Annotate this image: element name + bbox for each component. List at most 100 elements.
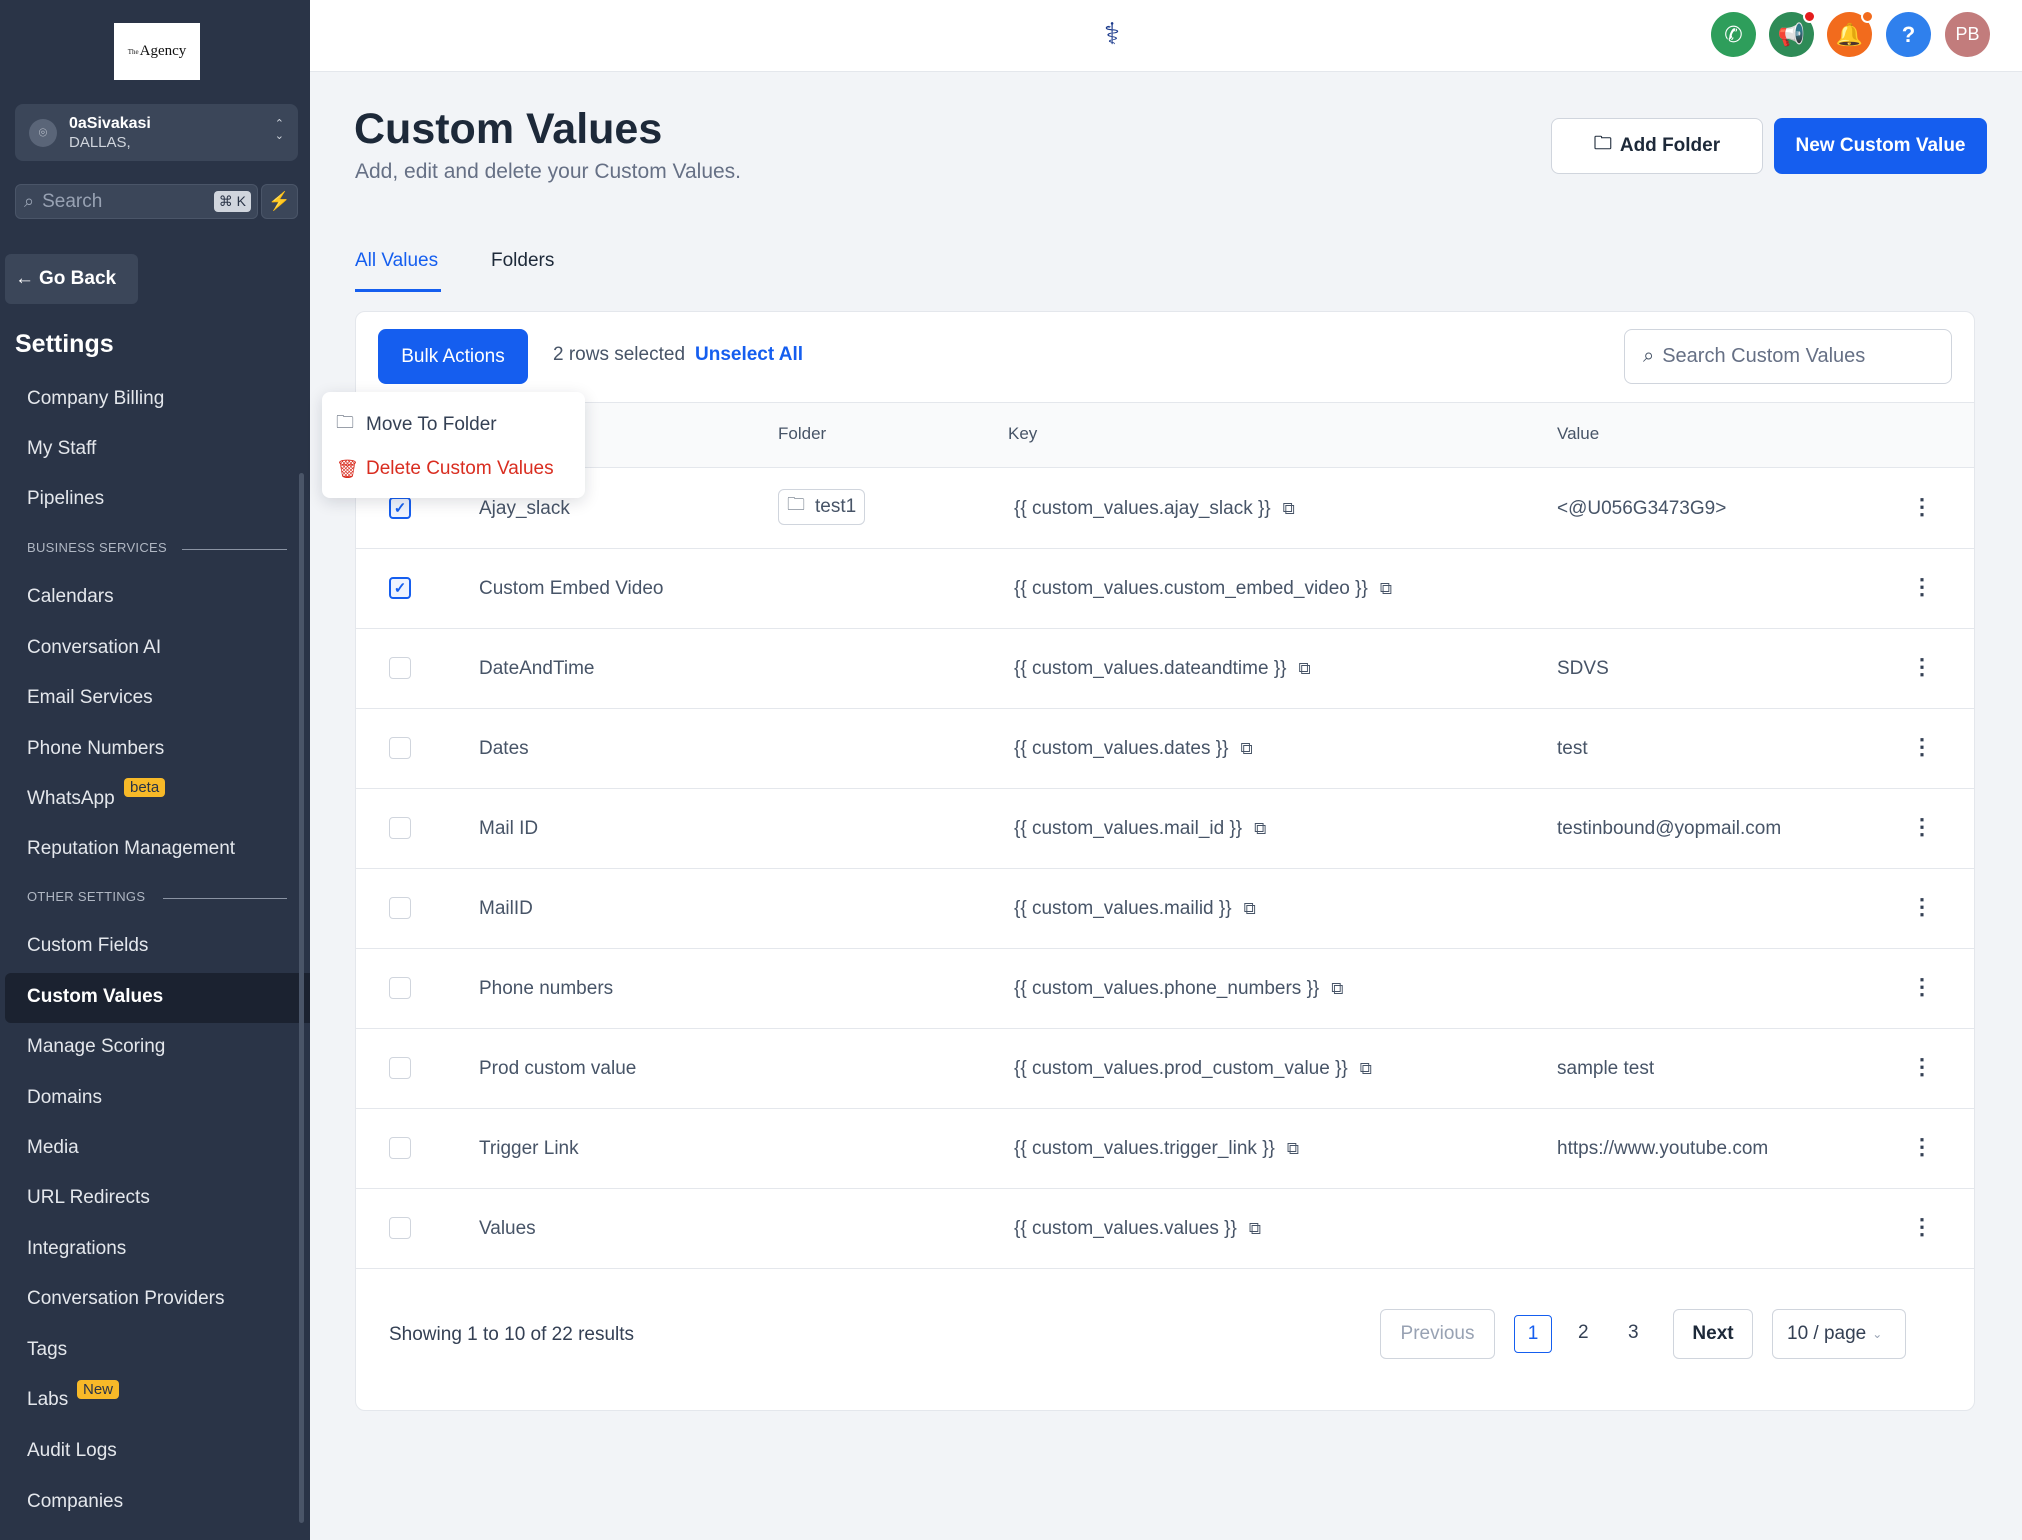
- sidebar-search[interactable]: ⌕ Search ⌘ K: [15, 184, 258, 219]
- table-row[interactable]: Dates {{ custom_values.dates }} ⧉ test ⋮: [356, 709, 1974, 789]
- table-row[interactable]: ✓ Custom Embed Video {{ custom_values.cu…: [356, 549, 1974, 629]
- page-subtitle: Add, edit and delete your Custom Values.: [355, 160, 742, 183]
- sidebar-item-custom-values[interactable]: Custom Values: [27, 982, 163, 1012]
- help-icon[interactable]: ?: [1886, 12, 1931, 57]
- previous-page-button[interactable]: Previous: [1380, 1309, 1495, 1359]
- move-to-folder-item[interactable]: 🗀 Move To Folder: [336, 410, 497, 440]
- more-options-icon[interactable]: ⋮: [1911, 973, 1933, 1001]
- more-options-icon[interactable]: ⋮: [1911, 733, 1933, 761]
- next-page-button[interactable]: Next: [1673, 1309, 1753, 1359]
- row-checkbox[interactable]: [389, 1217, 411, 1239]
- sidebar-item-audit-logs[interactable]: Audit Logs: [27, 1436, 117, 1466]
- sidebar-item-url-redirects[interactable]: URL Redirects: [27, 1183, 150, 1213]
- sidebar-item-my-staff[interactable]: My Staff: [27, 434, 96, 464]
- copy-icon[interactable]: ⧉: [1244, 899, 1256, 919]
- row-checkbox[interactable]: ✓: [389, 497, 411, 519]
- page-1-button[interactable]: 1: [1514, 1315, 1552, 1353]
- row-checkbox[interactable]: [389, 737, 411, 759]
- page-3-button[interactable]: 3: [1628, 1322, 1639, 1344]
- megaphone-icon[interactable]: 📢: [1769, 10, 1816, 57]
- phone-icon[interactable]: ✆: [1711, 12, 1756, 57]
- sidebar-item-calendars[interactable]: Calendars: [27, 582, 114, 612]
- table-row[interactable]: DateAndTime {{ custom_values.dateandtime…: [356, 629, 1974, 709]
- column-folder[interactable]: Folder: [778, 424, 826, 444]
- more-options-icon[interactable]: ⋮: [1911, 573, 1933, 601]
- sidebar-item-pipelines[interactable]: Pipelines: [27, 484, 104, 514]
- folder-tag[interactable]: 🗀 test1: [778, 489, 866, 525]
- sidebar-scrollbar[interactable]: [299, 473, 304, 1523]
- sidebar-item-labs[interactable]: Labs: [27, 1385, 68, 1415]
- row-checkbox[interactable]: [389, 1137, 411, 1159]
- more-options-icon[interactable]: ⋮: [1911, 1213, 1933, 1241]
- sidebar-item-custom-fields[interactable]: Custom Fields: [27, 931, 148, 961]
- page-size-select[interactable]: 10 / page ⌄: [1772, 1309, 1906, 1359]
- delete-custom-values-item[interactable]: 🗑 Delete Custom Values: [336, 458, 554, 480]
- more-options-icon[interactable]: ⋮: [1911, 493, 1933, 521]
- section-divider: [163, 898, 287, 899]
- more-options-icon[interactable]: ⋮: [1911, 1133, 1933, 1161]
- more-options-icon[interactable]: ⋮: [1911, 653, 1933, 681]
- row-value: sample test: [1557, 1058, 1655, 1079]
- go-back-button[interactable]: ← Go Back: [5, 254, 138, 304]
- quick-action-bolt-icon[interactable]: ⚡: [261, 184, 298, 219]
- agency-logo[interactable]: The Agency: [114, 23, 200, 80]
- column-key[interactable]: Key: [1008, 424, 1037, 444]
- sidebar-item-companies[interactable]: Companies: [27, 1487, 123, 1517]
- copy-icon[interactable]: ⧉: [1380, 579, 1392, 599]
- row-checkbox[interactable]: [389, 657, 411, 679]
- table-row[interactable]: ✓ Ajay_slack 🗀 test1 {{ custom_values.aja…: [356, 469, 1974, 549]
- sidebar-item-reputation-management[interactable]: Reputation Management: [27, 834, 235, 864]
- row-checkbox[interactable]: [389, 977, 411, 999]
- copy-icon[interactable]: ⧉: [1240, 739, 1252, 759]
- folder-icon: 🗀: [787, 494, 805, 514]
- bell-icon[interactable]: 🔔: [1827, 10, 1874, 57]
- more-options-icon[interactable]: ⋮: [1911, 893, 1933, 921]
- copy-icon[interactable]: ⧉: [1283, 499, 1295, 519]
- sidebar-item-whatsapp[interactable]: WhatsApp: [27, 784, 115, 814]
- table-row[interactable]: Phone numbers {{ custom_values.phone_num…: [356, 949, 1974, 1029]
- table-row[interactable]: Mail ID {{ custom_values.mail_id }} ⧉ tes…: [356, 789, 1974, 869]
- sidebar-item-email-services[interactable]: Email Services: [27, 683, 153, 713]
- section-business-services: BUSINESS SERVICES: [27, 540, 167, 555]
- table-row[interactable]: Prod custom value {{ custom_values.prod_…: [356, 1029, 1974, 1109]
- sidebar-item-manage-scoring[interactable]: Manage Scoring: [27, 1032, 165, 1062]
- row-checkbox[interactable]: [389, 1057, 411, 1079]
- sidebar-item-phone-numbers[interactable]: Phone Numbers: [27, 734, 164, 764]
- copy-icon[interactable]: ⧉: [1360, 1059, 1372, 1079]
- new-custom-value-button[interactable]: New Custom Value: [1774, 118, 1987, 174]
- unselect-all-link[interactable]: Unselect All: [695, 344, 803, 366]
- table-row[interactable]: Trigger Link {{ custom_values.trigger_li…: [356, 1109, 1974, 1189]
- sidebar-item-media[interactable]: Media: [27, 1133, 79, 1163]
- table-row[interactable]: Values {{ custom_values.values }} ⧉ ⋮: [356, 1189, 1974, 1269]
- column-value[interactable]: Value: [1557, 424, 1599, 444]
- sidebar-item-conversation-providers[interactable]: Conversation Providers: [27, 1284, 224, 1314]
- sidebar-item-company-billing[interactable]: Company Billing: [27, 384, 164, 414]
- copy-icon[interactable]: ⧉: [1287, 1139, 1299, 1159]
- copy-icon[interactable]: ⧉: [1331, 979, 1343, 999]
- account-switcher[interactable]: ⌾ 0aSivakasi DALLAS, ⌃ ⌄: [15, 104, 298, 161]
- more-options-icon[interactable]: ⋮: [1911, 813, 1933, 841]
- row-key: {{ custom_values.custom_embed_video }} ⧉: [1014, 578, 1392, 600]
- copy-icon[interactable]: ⧉: [1299, 659, 1311, 679]
- page-2-button[interactable]: 2: [1578, 1322, 1589, 1344]
- add-folder-button[interactable]: 🗀 Add Folder: [1551, 118, 1763, 174]
- row-checkbox[interactable]: [389, 897, 411, 919]
- chevron-down-icon: ⌄: [1872, 1327, 1883, 1341]
- add-folder-label: Add Folder: [1619, 135, 1721, 156]
- user-avatar[interactable]: PB: [1945, 12, 1990, 57]
- copy-icon[interactable]: ⧉: [1249, 1219, 1261, 1239]
- row-checkbox[interactable]: [389, 817, 411, 839]
- logo-text: Agency: [139, 43, 187, 59]
- table-row[interactable]: MailID {{ custom_values.mailid }} ⧉ ⋮: [356, 869, 1974, 949]
- tab-all-values[interactable]: All Values: [355, 250, 438, 272]
- search-custom-values-input[interactable]: ⌕ Search Custom Values: [1624, 329, 1952, 384]
- bulk-actions-button[interactable]: Bulk Actions: [378, 329, 528, 384]
- sidebar-item-tags[interactable]: Tags: [27, 1335, 67, 1365]
- copy-icon[interactable]: ⧉: [1254, 819, 1266, 839]
- sidebar-item-conversation-ai[interactable]: Conversation AI: [27, 633, 161, 663]
- sidebar-item-domains[interactable]: Domains: [27, 1083, 102, 1113]
- more-options-icon[interactable]: ⋮: [1911, 1053, 1933, 1081]
- row-checkbox[interactable]: ✓: [389, 577, 411, 599]
- sidebar-item-integrations[interactable]: Integrations: [27, 1234, 126, 1264]
- tab-folders[interactable]: Folders: [491, 250, 554, 272]
